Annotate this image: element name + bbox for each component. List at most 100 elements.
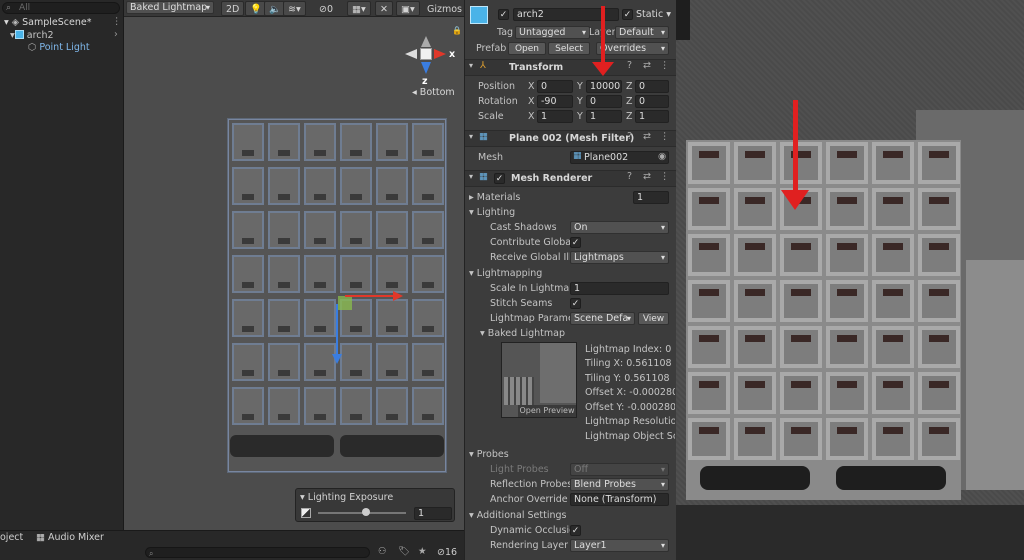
rotation-label: Rotation [478, 96, 518, 107]
y-label: Y [577, 81, 583, 92]
project-search[interactable]: ⌕ [145, 547, 370, 558]
scale-in-lightmap-field[interactable]: 1 [570, 282, 669, 295]
tab-audio-mixer[interactable]: ▦ Audio Mixer [36, 532, 104, 543]
chevron-down-icon: ▾ [469, 510, 477, 521]
help-icon[interactable]: ? [627, 131, 632, 142]
slider-thumb[interactable] [362, 508, 370, 516]
additional-settings-foldout[interactable]: ▾ Additional Settings [469, 509, 566, 522]
lightmap-preview[interactable]: Open Preview [501, 342, 577, 418]
dynamic-occlusion-checkbox[interactable]: ✓ [570, 525, 581, 536]
baked-lightmap-foldout[interactable]: ▾ Baked Lightmap [480, 327, 565, 340]
collapse-arrow-icon[interactable]: ▾ [469, 132, 473, 141]
scene-menu-icon[interactable]: ⋮ [112, 16, 122, 27]
stitch-seams-checkbox[interactable]: ✓ [570, 298, 581, 309]
camera-icon[interactable]: ▣▾ [396, 1, 420, 16]
prefab-open-button[interactable]: Open [508, 42, 546, 55]
reflection-probes-label: Reflection Probes [490, 479, 573, 490]
scene-row[interactable]: ▾ ◈ SampleScene* [0, 16, 124, 29]
grid-icon[interactable]: ▦▾ [347, 1, 371, 16]
collapse-arrow-icon[interactable]: ▾ [469, 61, 473, 70]
lighting-foldout[interactable]: ▾ Lighting [469, 206, 515, 219]
light-probes-dropdown[interactable]: Off [570, 463, 669, 476]
move-plane-handle[interactable] [338, 296, 352, 310]
scale-z-field[interactable]: 1 [635, 110, 669, 123]
context-menu-icon[interactable]: ⋮ [660, 131, 670, 142]
view-button[interactable]: View [638, 312, 669, 325]
lighting-exposure-overlay: ▾ Lighting Exposure 1 [295, 488, 455, 522]
prefab-label: Prefab [476, 43, 507, 54]
help-icon[interactable]: ? [627, 171, 632, 182]
context-menu-icon[interactable]: ⋮ [660, 60, 670, 71]
hidden-packages[interactable]: ⊘16 [437, 547, 457, 558]
rendering-layer-dropdown[interactable]: Layer1 [570, 539, 669, 552]
rotation-z-field[interactable]: 0 [635, 95, 669, 108]
static-dropdown[interactable]: Static ▾ [636, 9, 671, 20]
chevron-right-icon[interactable]: › [114, 29, 118, 40]
lightmap-params-dropdown[interactable]: Scene Defa [570, 312, 635, 325]
scale-in-lightmap-label: Scale In Lightmap [490, 283, 576, 294]
help-icon[interactable]: ? [627, 60, 632, 71]
mesh-filter-icon: ▦ [479, 131, 488, 142]
exposure-field[interactable]: 1 [414, 507, 452, 520]
position-y-field[interactable]: 10000 [586, 80, 622, 93]
tools-icon[interactable]: ✕ [375, 1, 393, 16]
materials-foldout[interactable]: ▸ Materials [469, 191, 520, 204]
gizmos-button[interactable]: Gizmos [422, 1, 468, 16]
overrides-dropdown[interactable]: Overrides [596, 42, 669, 55]
scene-name: SampleScene* [22, 17, 92, 28]
receive-gi-dropdown[interactable]: Lightmaps [570, 251, 669, 264]
star-icon[interactable]: ★ [418, 546, 427, 557]
orientation-label[interactable]: ◂ Bottom [412, 87, 455, 98]
effects-icon[interactable]: ≋▾ [283, 1, 306, 16]
object-picker-icon[interactable]: ◉ [658, 151, 666, 162]
renderer-enabled-checkbox[interactable]: ✓ [494, 173, 505, 184]
mesh-label: Mesh [478, 152, 504, 163]
position-z-field[interactable]: 0 [635, 80, 669, 93]
hidden-count[interactable]: ⊘0 [314, 1, 339, 16]
mesh-field[interactable]: Plane002 [570, 151, 669, 164]
preset-icon[interactable]: ⇄ [643, 60, 651, 71]
collapse-arrow-icon[interactable]: ▾ [469, 172, 473, 181]
light-probes-label: Light Probes [490, 464, 549, 475]
draw-mode-dropdown[interactable]: Baked Lightmap [126, 1, 214, 14]
rotation-x-field[interactable]: -90 [537, 95, 573, 108]
active-checkbox[interactable]: ✓ [498, 9, 509, 20]
lock-icon[interactable]: 🔒 [452, 26, 462, 35]
materials-count[interactable]: 1 [633, 191, 669, 204]
lightmapping-foldout[interactable]: ▾ Lightmapping [469, 267, 542, 280]
hierarchy-search[interactable]: All [2, 2, 120, 14]
preset-icon[interactable]: ⇄ [643, 171, 651, 182]
preset-icon[interactable]: ⇄ [643, 131, 651, 142]
axis-x-label: x [449, 49, 456, 60]
offset-x: Offset X: -0.0002805 [585, 387, 675, 398]
collapse-icon[interactable]: ▾ [300, 492, 308, 503]
tab-project[interactable]: oject [0, 532, 23, 543]
scale-y-field[interactable]: 1 [586, 110, 622, 123]
context-menu-icon[interactable]: ⋮ [660, 171, 670, 182]
z-axis-handle[interactable] [336, 304, 338, 356]
mesh-renderer-icon: ▦ [479, 171, 488, 182]
label-icon[interactable]: 🏷 [398, 546, 410, 557]
2d-toggle[interactable]: 2D [221, 1, 245, 16]
scale-label: Scale [478, 111, 504, 122]
scale-x-field[interactable]: 1 [537, 110, 573, 123]
rotation-y-field[interactable]: 0 [586, 95, 622, 108]
filter-icon[interactable]: ⚇ [378, 546, 387, 557]
game-view[interactable] [676, 0, 1024, 560]
tag-dropdown[interactable]: Untagged [515, 26, 590, 39]
static-checkbox[interactable]: ✓ [622, 9, 633, 20]
mesh-wireframe[interactable] [227, 118, 447, 473]
contribute-gi-checkbox[interactable]: ✓ [570, 237, 581, 248]
hierarchy-item-point-light[interactable]: ⬡ Point Light [0, 41, 124, 54]
reflection-probes-dropdown[interactable]: Blend Probes [570, 478, 669, 491]
x-label: X [528, 111, 535, 122]
prefab-select-button[interactable]: Select [548, 42, 590, 55]
open-preview-button[interactable]: Open Preview [518, 405, 576, 417]
layer-dropdown[interactable]: Default [615, 26, 669, 39]
anchor-override-field[interactable]: None (Transform) [570, 493, 669, 506]
cast-shadows-dropdown[interactable]: On [570, 221, 669, 234]
unity-logo-icon: ◈ [11, 17, 20, 28]
position-x-field[interactable]: 0 [537, 80, 573, 93]
x-axis-handle[interactable] [345, 295, 395, 297]
probes-foldout[interactable]: ▾ Probes [469, 448, 509, 461]
